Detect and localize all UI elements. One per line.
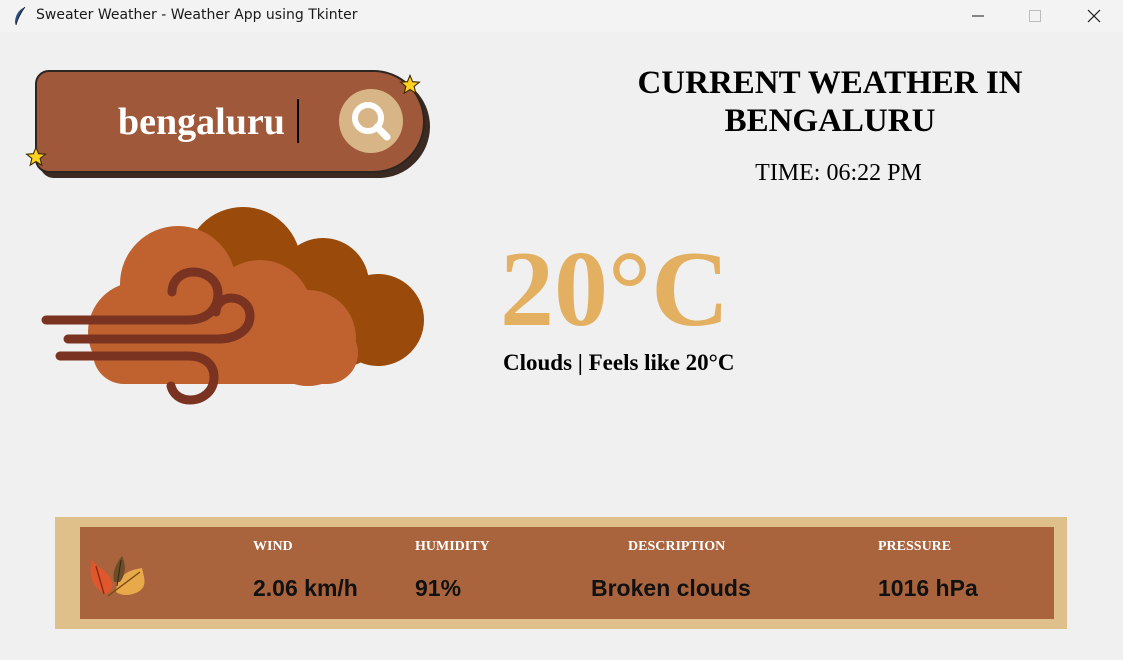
star-icon <box>399 74 421 95</box>
wind-value: 2.06 km/h <box>253 575 358 601</box>
title-bar: Sweater Weather - Weather App using Tkin… <box>0 0 1123 32</box>
close-icon <box>1087 9 1101 23</box>
temperature: 20°C <box>500 230 730 349</box>
maximize-button[interactable] <box>1007 0 1063 32</box>
star-icon <box>25 146 47 167</box>
minimize-icon <box>972 15 984 17</box>
maximize-icon <box>1029 10 1041 22</box>
app-window: Sweater Weather - Weather App using Tkin… <box>0 0 1123 660</box>
search-input[interactable] <box>118 98 303 146</box>
description-value: Broken clouds <box>591 575 751 601</box>
wind-clouds-icon <box>41 207 424 405</box>
minimize-button[interactable] <box>950 0 1006 32</box>
window-title: Sweater Weather - Weather App using Tkin… <box>36 7 358 23</box>
close-button[interactable] <box>1066 0 1122 32</box>
text-cursor <box>297 99 299 143</box>
pressure-value: 1016 hPa <box>878 575 978 601</box>
pressure-label: PRESSURE <box>878 539 952 554</box>
page-title: CURRENT WEATHER IN BENGALURU <box>637 65 1023 139</box>
search-icon <box>352 102 391 141</box>
description-label: DESCRIPTION <box>628 539 726 554</box>
wind-label: WIND <box>253 539 293 554</box>
humidity-value: 91% <box>415 575 462 601</box>
humidity-label: HUMIDITY <box>415 539 490 554</box>
condition-text: Clouds | Feels like 20°C <box>503 350 735 375</box>
autumn-leaves-icon <box>90 556 145 597</box>
feather-icon <box>15 6 26 26</box>
current-time: TIME: 06:22 PM <box>755 160 922 186</box>
search-button[interactable] <box>339 89 403 153</box>
